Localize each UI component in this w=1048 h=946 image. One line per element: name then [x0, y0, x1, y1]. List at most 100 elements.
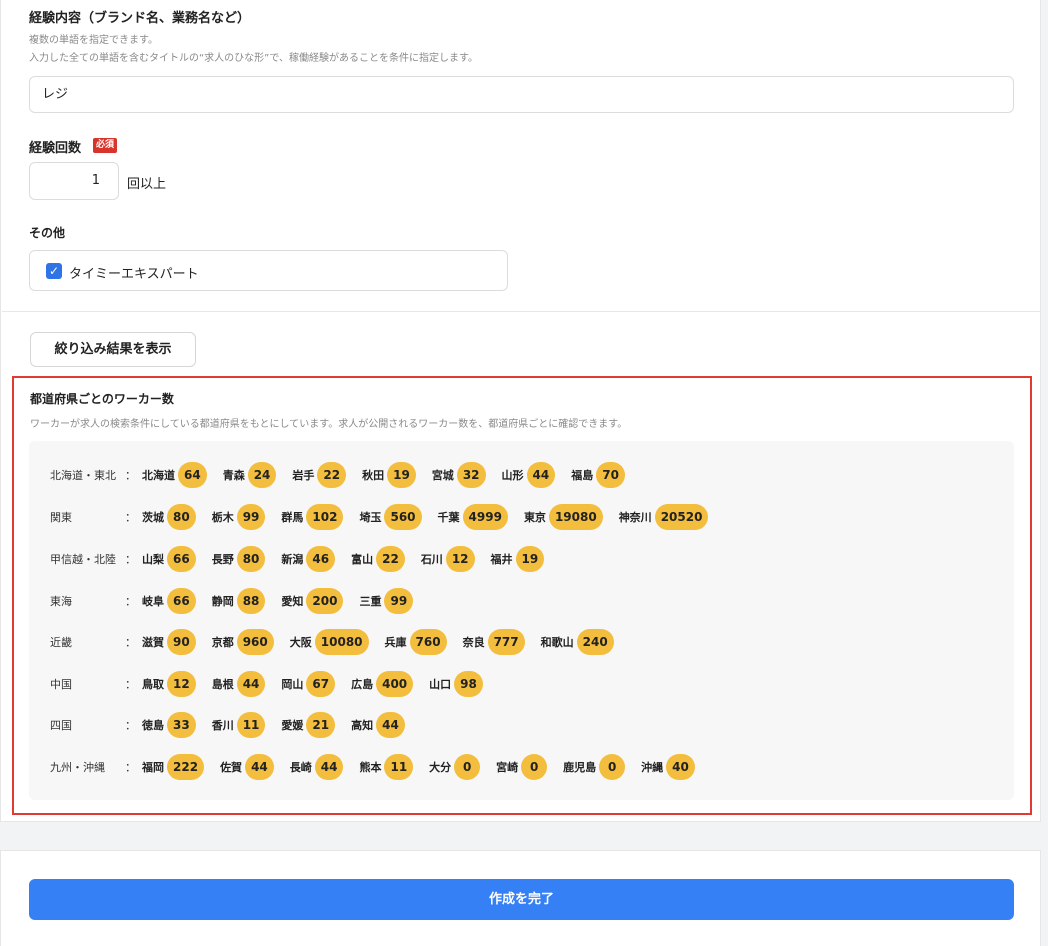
region-colon: ：	[125, 678, 136, 691]
prefecture-item: 北海道 64	[142, 462, 207, 488]
prefecture-item: 茨城 80	[142, 504, 196, 530]
worker-count-badge: 66	[167, 546, 196, 572]
prefecture-item: 広島 400	[351, 671, 414, 697]
worker-count-badge: 80	[236, 546, 266, 572]
prefecture-item: 鳥取 12	[142, 671, 196, 697]
region-row: 甲信越・北陸 ： 山梨 66 長野 80 新潟 46 富山 22 石川 12 福井 19	[29, 546, 1014, 572]
worker-count-badge: 10080	[314, 629, 369, 655]
worker-count-badge: 12	[445, 546, 475, 572]
worker-count-badge: 90	[167, 629, 196, 655]
prefecture-list: 岐阜 66 静岡 88 愛知 200 三重 99	[142, 588, 429, 614]
prefecture-item: 千葉 4999	[438, 504, 508, 530]
prefecture-item: 大分 0	[429, 754, 481, 780]
prefecture-item: 徳島 33	[142, 712, 196, 738]
checkbox-checked-icon[interactable]: ✓	[46, 263, 62, 279]
prefecture-item: 秋田 19	[362, 462, 416, 488]
worker-count-badge: 960	[236, 629, 274, 655]
workers-description: ワーカーが求人の検索条件にしている都道府県をもとにしています。求人が公開されるワ…	[30, 419, 628, 430]
prefecture-item: 福井 19	[491, 546, 545, 572]
show-filter-results-button[interactable]: 絞り込み結果を表示	[30, 332, 196, 367]
worker-count-badge: 200	[306, 588, 344, 614]
worker-count-badge: 12	[167, 671, 196, 697]
prefecture-item: 滋賀 90	[142, 629, 196, 655]
worker-count-badge: 19	[387, 462, 416, 488]
prefecture-name: 広島	[351, 678, 374, 691]
prefecture-name: 徳島	[142, 719, 164, 732]
worker-count-badge: 44	[314, 754, 344, 780]
experience-input[interactable]: レジ	[29, 76, 1014, 113]
worker-count-badge: 19	[515, 546, 545, 572]
count-title: 経験回数	[29, 141, 82, 156]
region-name: 四国	[50, 719, 72, 732]
prefecture-name: 秋田	[362, 469, 385, 482]
worker-count-badge: 19080	[548, 504, 603, 530]
prefecture-item: 富山 22	[351, 546, 405, 572]
worker-count-badge: 44	[526, 462, 556, 488]
region-colon: ：	[125, 595, 136, 608]
prefecture-item: 栃木 99	[212, 504, 266, 530]
prefecture-list: 滋賀 90 京都 960 大阪 10080 兵庫 760 奈良 777 和歌山 240	[142, 629, 630, 655]
prefecture-list: 福岡 222 佐賀 44 長崎 44 熊本 11 大分 0 宮崎 0 鹿児島 0 沖縄 40	[142, 754, 711, 780]
region-name: 近畿	[50, 636, 72, 649]
prefecture-list: 茨城 80 栃木 99 群馬 102 埼玉 560 千葉 4999 東京 19080 神奈川 20520	[142, 504, 724, 530]
prefecture-item: 青森 24	[223, 462, 277, 488]
worker-count-badge: 46	[306, 546, 336, 572]
region-name: 九州・沖縄	[50, 761, 105, 774]
prefecture-name: 栃木	[211, 511, 234, 524]
expert-checkbox-label: タイミーエキスパート	[69, 267, 199, 282]
expert-checkbox-field[interactable]: ✓ タイミーエキスパート	[29, 250, 508, 291]
region-name: 北海道・東北	[50, 469, 116, 482]
worker-count-badge: 222	[167, 754, 205, 780]
worker-count-badge: 20520	[654, 504, 709, 530]
prefecture-item: 宮崎 0	[496, 754, 548, 780]
complete-button[interactable]: 作成を完了	[29, 879, 1014, 920]
prefecture-name: 大分	[429, 761, 452, 774]
prefecture-name: 福岡	[142, 761, 164, 774]
count-input[interactable]: 1	[29, 162, 119, 200]
region-colon: ：	[125, 636, 136, 649]
prefecture-item: 群馬 102	[281, 504, 344, 530]
prefecture-name: 岐阜	[142, 595, 164, 608]
prefecture-item: 山口 98	[429, 671, 483, 697]
prefecture-name: 沖縄	[641, 761, 664, 774]
prefecture-item: 島根 44	[212, 671, 266, 697]
worker-count-badge: 32	[456, 462, 486, 488]
prefecture-name: 福井	[490, 553, 513, 566]
experience-hint-1: 複数の単語を指定できます。	[29, 35, 158, 46]
prefecture-item: 新潟 46	[281, 546, 336, 572]
prefecture-item: 岩手 22	[292, 462, 347, 488]
prefecture-item: 愛知 200	[281, 588, 344, 614]
prefecture-name: 島根	[211, 678, 234, 691]
prefecture-item: 山形 44	[502, 462, 556, 488]
experience-title: 経験内容（ブランド名、業務名など）	[29, 11, 251, 26]
prefecture-name: 熊本	[359, 761, 382, 774]
prefecture-list: 徳島 33 香川 11 愛媛 21 高知 44	[142, 712, 421, 738]
prefecture-list: 山梨 66 長野 80 新潟 46 富山 22 石川 12 福井 19	[142, 546, 560, 572]
prefecture-name: 東京	[523, 511, 546, 524]
prefecture-item: 佐賀 44	[220, 754, 274, 780]
region-colon: ：	[125, 553, 136, 566]
worker-count-badge: 22	[317, 462, 347, 488]
prefecture-name: 愛媛	[281, 719, 304, 732]
worker-count-badge: 22	[376, 546, 405, 572]
prefecture-name: 神奈川	[618, 511, 652, 524]
prefecture-name: 香川	[211, 719, 234, 732]
prefecture-name: 三重	[359, 595, 382, 608]
prefecture-name: 高知	[351, 719, 374, 732]
prefecture-name: 岩手	[292, 469, 315, 482]
prefecture-list: 鳥取 12 島根 44 岡山 67 広島 400 山口 98	[142, 671, 499, 697]
prefecture-name: 長野	[211, 553, 234, 566]
prefecture-name: 佐賀	[220, 761, 243, 774]
prefecture-item: 奈良 777	[463, 629, 525, 655]
prefecture-item: 福島 70	[571, 462, 625, 488]
region-row: 近畿 ： 滋賀 90 京都 960 大阪 10080 兵庫 760 奈良 777 和歌山 240	[29, 629, 1014, 655]
prefecture-item: 三重 99	[359, 588, 414, 614]
region-name: 東海	[50, 595, 72, 608]
prefecture-item: 山梨 66	[142, 546, 196, 572]
prefecture-name: 群馬	[281, 511, 304, 524]
prefecture-name: 千葉	[437, 511, 460, 524]
worker-count-badge: 40	[666, 754, 695, 780]
prefecture-name: 長崎	[289, 761, 312, 774]
prefecture-item: 福岡 222	[142, 754, 205, 780]
prefecture-item: 埼玉 560	[359, 504, 422, 530]
